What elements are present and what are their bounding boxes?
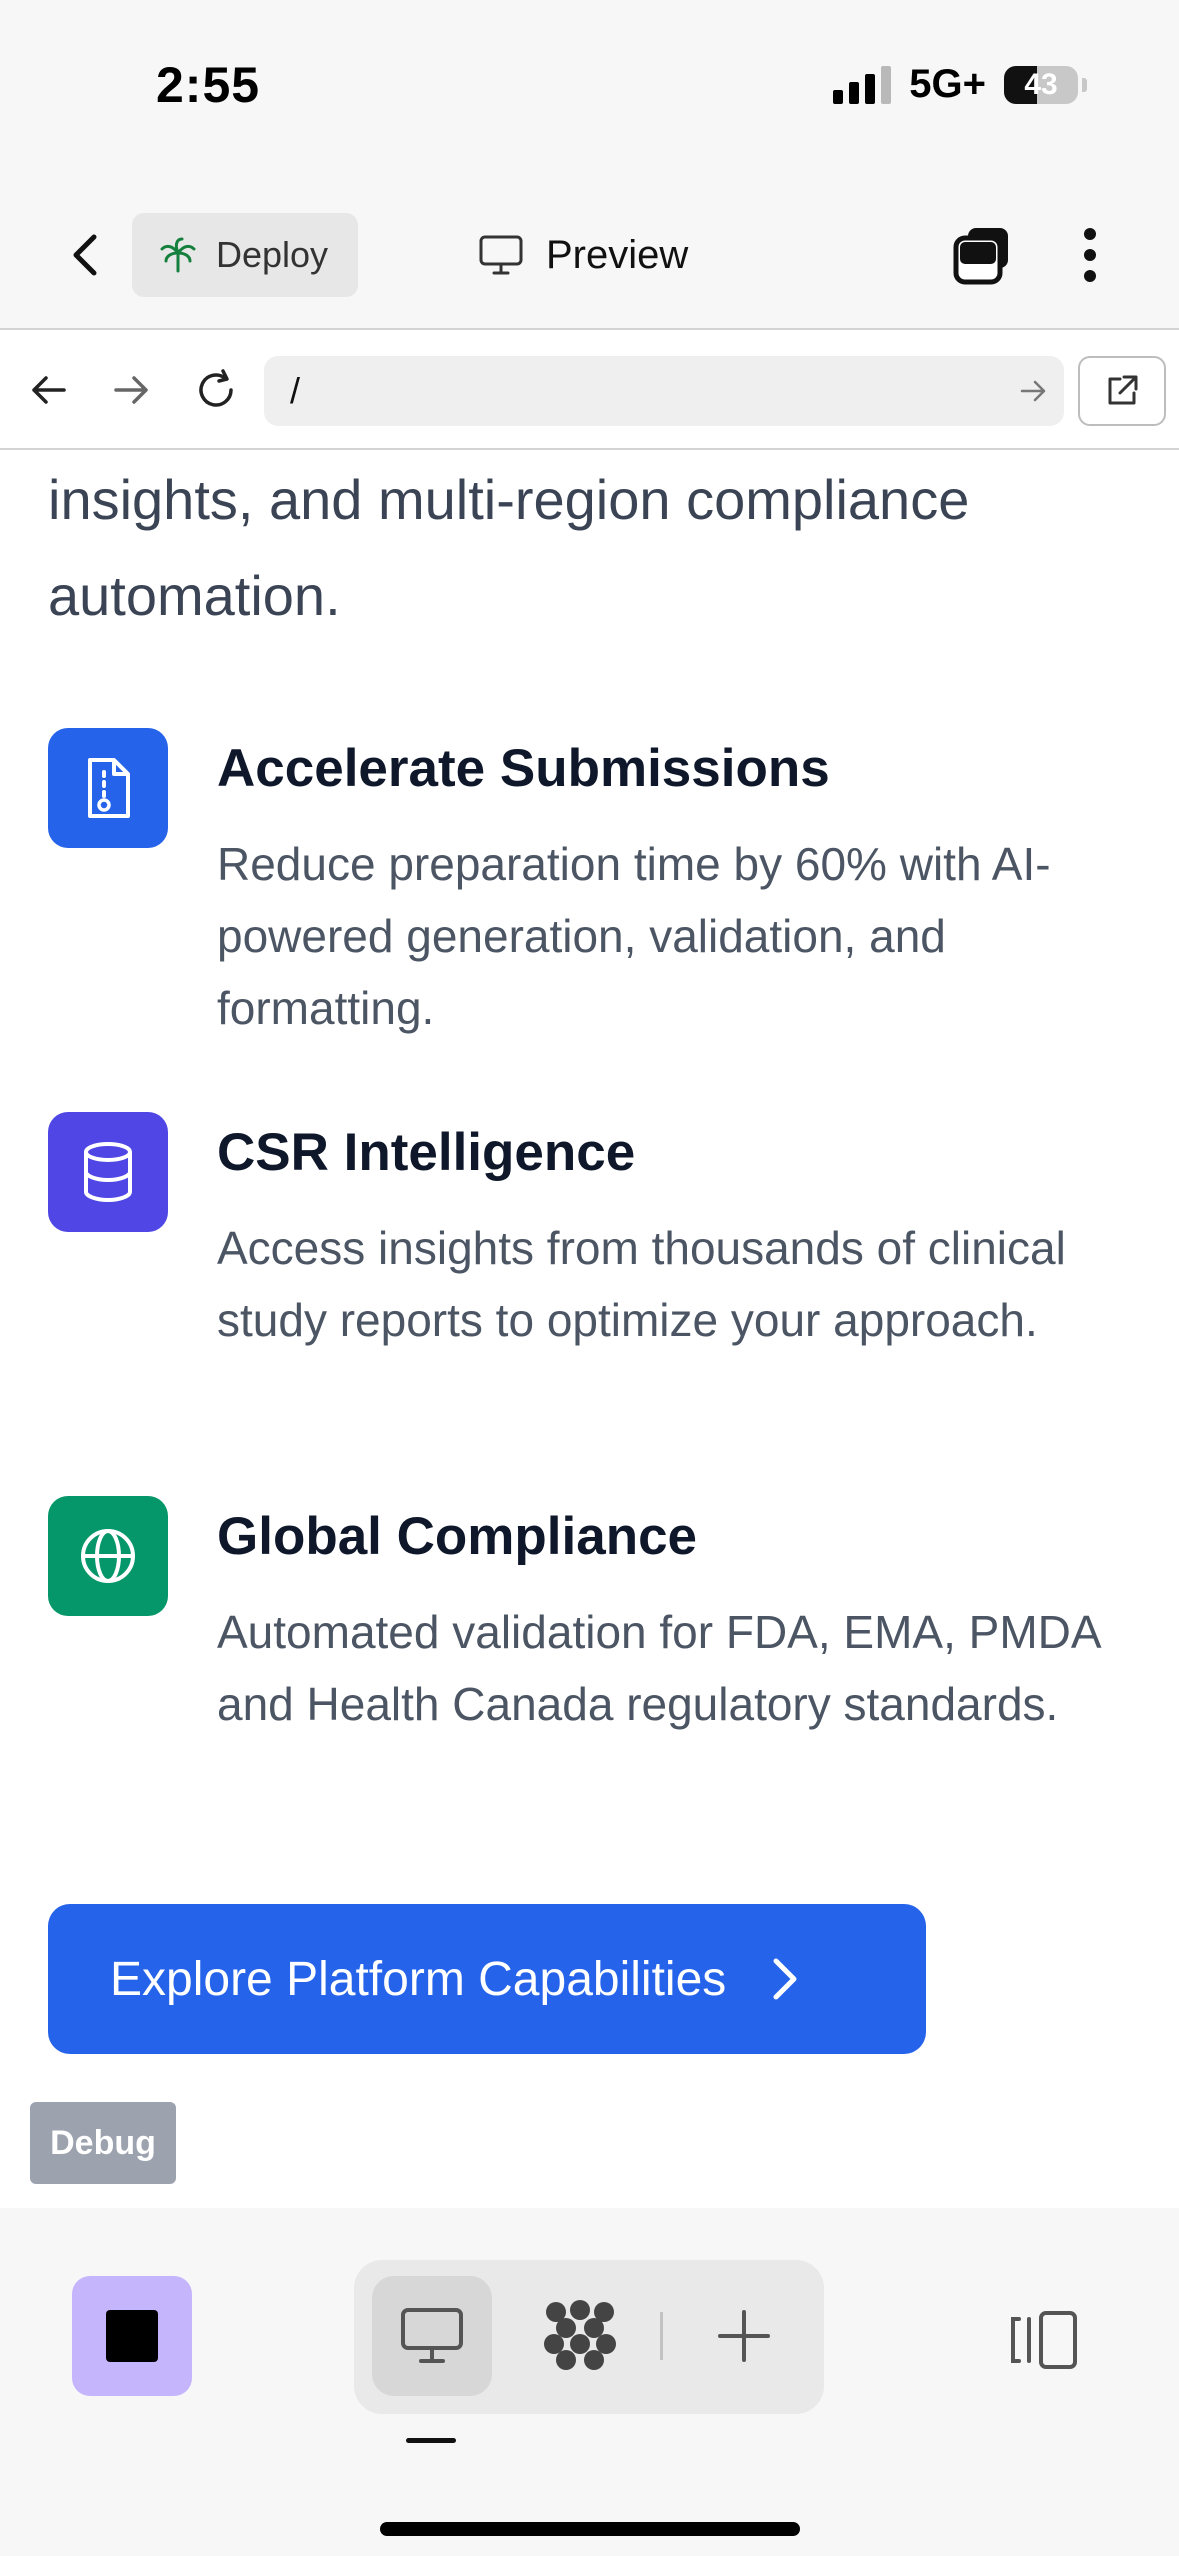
feature-icon-box [48, 1496, 168, 1616]
tabs-stack-icon [953, 228, 1008, 285]
bottom-toolbar [0, 2208, 1179, 2556]
battery-nub [1082, 77, 1087, 92]
apps-cluster-icon [544, 2300, 616, 2370]
preview-button[interactable]: Preview [478, 213, 688, 297]
feature-title: Global Compliance [217, 1507, 698, 1566]
chevron-left-icon [73, 234, 97, 276]
back-button[interactable] [56, 225, 116, 285]
explore-capabilities-button[interactable]: Explore Platform Capabilities [48, 1904, 926, 2054]
arrow-right-icon [1020, 380, 1046, 402]
battery-icon: 43 [1004, 65, 1078, 104]
tabs-button[interactable] [950, 222, 1016, 288]
debug-label: Debug [50, 2123, 156, 2162]
debug-button[interactable]: Debug [30, 2102, 176, 2184]
reload-button[interactable] [188, 362, 244, 418]
monitor-icon [401, 2308, 463, 2363]
editor-toolbar: Deploy Preview [0, 180, 1179, 330]
feature-description: Access insights from thousands of clinic… [217, 1222, 1066, 1346]
page-content: insights, and multi-region compliance au… [0, 452, 1179, 2208]
feature-title: CSR Intelligence [217, 1123, 636, 1182]
reload-icon [199, 369, 233, 407]
side-panel-button[interactable] [1000, 2300, 1090, 2380]
arrow-left-icon [32, 376, 66, 404]
chevron-right-icon [773, 1958, 797, 2000]
status-indicators: 5G+ 43 [833, 62, 1087, 107]
status-bar: 2:55 5G+ 43 [0, 0, 1179, 180]
view-tool-group [354, 2260, 824, 2414]
feature-description: Automated validation for FDA, EMA, PMDA … [217, 1606, 1100, 1730]
url-field[interactable]: / [264, 356, 1064, 426]
intro-text: insights, and multi-region compliance au… [48, 468, 970, 627]
browser-back-button[interactable] [20, 362, 76, 418]
external-link-icon [1108, 375, 1138, 405]
monitor-icon [479, 235, 523, 275]
deploy-label: Deploy [216, 234, 329, 275]
palm-tree-icon [160, 237, 196, 273]
url-bar: / [0, 332, 1179, 450]
stop-button[interactable] [72, 2276, 192, 2396]
tool-divider [660, 2312, 663, 2360]
dot [1084, 228, 1096, 240]
apps-button[interactable] [520, 2276, 640, 2396]
preview-label: Preview [546, 232, 689, 277]
status-time: 2:55 [156, 57, 261, 113]
cta-label: Explore Platform Capabilities [110, 1952, 727, 2006]
signal-icon [833, 65, 892, 104]
arrow-right-icon [114, 376, 148, 404]
battery-level: 43 [1024, 67, 1058, 101]
active-tab-indicator [406, 2438, 456, 2443]
home-indicator[interactable] [380, 2522, 800, 2536]
feature-icon-box [48, 728, 168, 848]
stop-icon [106, 2310, 158, 2362]
plus-icon [718, 2310, 770, 2362]
network-type: 5G+ [909, 62, 986, 106]
feature-description: Reduce preparation time by 60% with AI-p… [217, 838, 1051, 1034]
feature-title: Accelerate Submissions [217, 739, 830, 798]
dot [1084, 270, 1096, 282]
url-go-button[interactable] [1004, 378, 1064, 404]
dot [1084, 249, 1096, 261]
database-icon [84, 1142, 132, 1203]
open-external-button[interactable] [1078, 356, 1166, 426]
add-button[interactable] [684, 2276, 804, 2396]
desktop-view-button[interactable] [372, 2276, 492, 2396]
more-options-button[interactable] [1060, 222, 1120, 288]
globe-icon [81, 1529, 135, 1583]
deploy-button[interactable]: Deploy [132, 213, 358, 297]
browser-forward-button[interactable] [104, 362, 160, 418]
file-document-icon [88, 758, 130, 818]
feature-icon-box [48, 1112, 168, 1232]
side-panel-icon [1011, 2311, 1077, 2369]
url-path: / [290, 370, 301, 411]
